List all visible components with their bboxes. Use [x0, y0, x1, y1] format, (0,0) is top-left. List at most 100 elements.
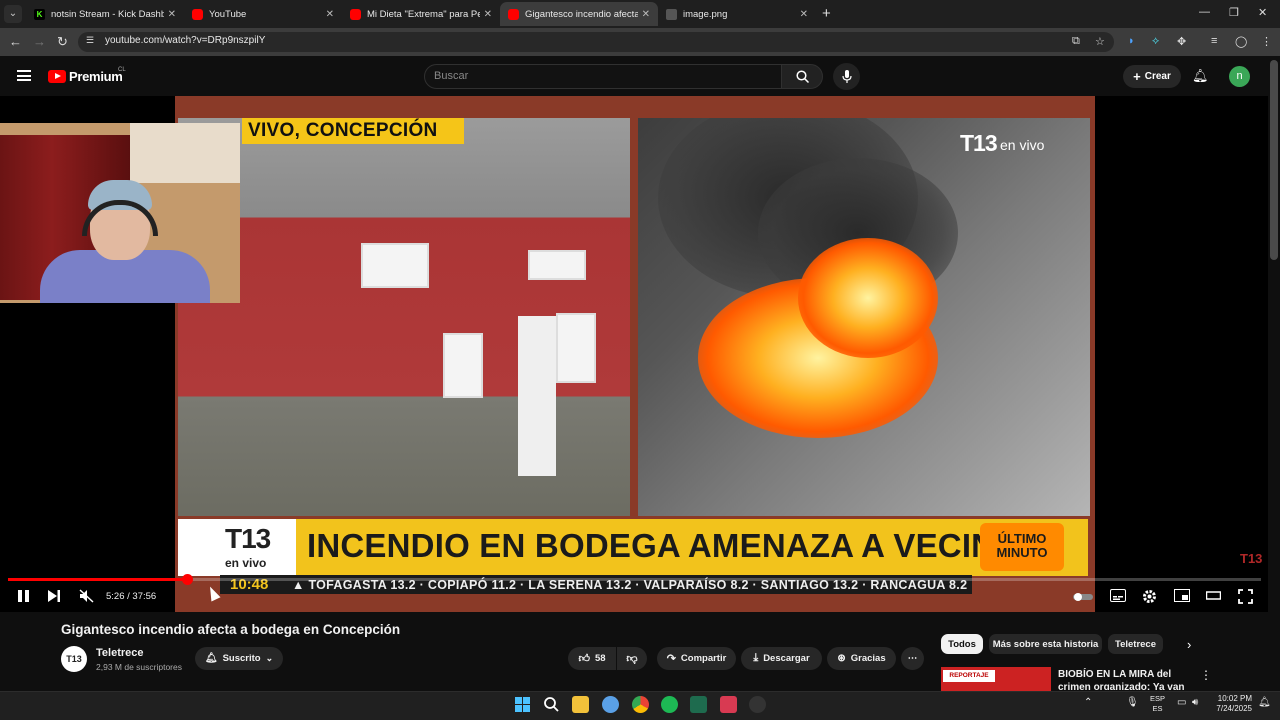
kick-icon: K: [34, 8, 45, 20]
reload-icon[interactable]: ↻: [57, 34, 68, 50]
autoplay-toggle[interactable]: [1073, 592, 1093, 604]
thumbs-down-icon: 👎︎: [626, 653, 638, 665]
tab-title: YouTube: [209, 8, 247, 20]
chevron-right-icon[interactable]: ›: [1187, 637, 1191, 652]
extension-translate-icon[interactable]: ⟡: [1152, 35, 1159, 48]
pocket-app-icon[interactable]: [720, 696, 737, 713]
chip-mas-sobre-historia[interactable]: Más sobre esta historia: [989, 634, 1102, 654]
avatar[interactable]: n: [1229, 66, 1250, 87]
bookmark-star-icon[interactable]: ☆: [1095, 35, 1105, 48]
house-door: [518, 316, 556, 476]
search-box[interactable]: [424, 64, 782, 89]
windows-start-icon[interactable]: [514, 696, 531, 713]
progress-bar[interactable]: [8, 578, 1261, 581]
chrome-icon[interactable]: [632, 696, 649, 713]
tab-kick-dashboard[interactable]: K notsin Stream - Kick Dashboard ✕: [26, 2, 184, 26]
close-icon[interactable]: ✕: [168, 9, 176, 20]
terminal-icon[interactable]: [690, 696, 707, 713]
more-actions-button[interactable]: ⋯: [901, 647, 924, 670]
minimize-icon[interactable]: —: [1199, 6, 1210, 18]
subscriber-count: 2,93 M de suscriptores: [96, 662, 182, 672]
extensions-puzzle-icon[interactable]: ✥: [1177, 35, 1186, 48]
url-text[interactable]: youtube.com/watch?v=DRp9nszpilY: [105, 35, 265, 46]
tray-chevron-icon[interactable]: ⌃: [1084, 697, 1092, 708]
mute-button[interactable]: [79, 589, 94, 606]
clock-date: 7/24/2025: [1216, 704, 1252, 713]
close-icon[interactable]: ✕: [484, 9, 492, 20]
site-info-icon[interactable]: ☰: [86, 35, 94, 46]
media-controls-icon[interactable]: ≡: [1211, 35, 1217, 47]
subscribed-button[interactable]: 🔔︎ Suscrito ⌄: [195, 647, 283, 670]
channel-name[interactable]: Teletrece: [96, 647, 144, 659]
tab-title: Gigantesco incendio afecta a bo: [525, 8, 638, 20]
plus-icon: +: [1133, 69, 1141, 84]
channel-watermark[interactable]: T13: [1240, 551, 1262, 566]
theater-mode-button[interactable]: [1205, 589, 1222, 605]
settings-button[interactable]: [1142, 589, 1157, 607]
miniplayer-icon: [1174, 589, 1190, 602]
close-icon[interactable]: ✕: [800, 9, 808, 20]
tab-mi-dieta[interactable]: Mi Dieta "Extrema" para Perder ✕: [342, 2, 500, 26]
close-window-icon[interactable]: ✕: [1258, 6, 1267, 19]
channel-avatar[interactable]: T13: [61, 646, 87, 672]
close-icon[interactable]: ✕: [326, 9, 334, 20]
next-button[interactable]: [47, 589, 61, 606]
new-tab-plus-icon[interactable]: +: [822, 5, 831, 22]
lang-bottom: ES: [1152, 704, 1163, 713]
search-input[interactable]: Buscar: [434, 70, 468, 82]
system-clock[interactable]: 10:02 PM 7/24/2025: [1210, 694, 1252, 714]
file-explorer-icon[interactable]: [572, 696, 589, 713]
browser-menu-icon[interactable]: ⋮: [1261, 35, 1272, 48]
tab-youtube[interactable]: YouTube ✕: [184, 2, 342, 26]
t13-corner-logo: T13: [960, 130, 998, 156]
like-button[interactable]: 👍︎ 58: [568, 647, 616, 670]
chip-teletrece[interactable]: Teletrece: [1108, 634, 1163, 654]
hamburger-menu-icon[interactable]: [17, 70, 31, 81]
obs-icon[interactable]: [749, 696, 766, 713]
download-button[interactable]: ⤓ Descargar: [741, 647, 822, 670]
notification-icon[interactable]: 🔔︎: [1258, 697, 1271, 708]
volume-icon[interactable]: 🔊︎: [1192, 697, 1198, 708]
tab-image-png[interactable]: image.png ✕: [658, 2, 816, 26]
profile-icon[interactable]: ◯: [1235, 35, 1247, 48]
tab-gigantesco-incendio[interactable]: Gigantesco incendio afecta a bo ✕: [500, 2, 658, 26]
share-button[interactable]: ↷ Compartir: [657, 647, 736, 670]
youtube-logo-icon[interactable]: [48, 70, 66, 83]
tab-search-chevron-icon[interactable]: ⌄: [4, 5, 22, 23]
t13-corner-logo-sub: en vivo: [1000, 137, 1045, 153]
search-button[interactable]: [781, 64, 823, 89]
create-button[interactable]: + Crear: [1123, 65, 1181, 88]
live-location-text: VIVO, CONCEPCIÓN: [248, 120, 438, 141]
more-horizontal-icon: ⋯: [907, 653, 918, 664]
chip-todos[interactable]: Todos: [941, 634, 983, 654]
next-icon: [48, 590, 60, 602]
page-scrollbar[interactable]: [1270, 60, 1278, 260]
close-icon[interactable]: ✕: [642, 9, 650, 20]
subtitles-button[interactable]: [1110, 589, 1126, 605]
network-icon[interactable]: ▭: [1177, 697, 1186, 708]
house-window: [361, 243, 429, 288]
youtube-premium-label[interactable]: Premium: [69, 69, 123, 84]
fullscreen-button[interactable]: [1238, 589, 1253, 607]
dislike-button[interactable]: 👎︎: [617, 647, 647, 670]
restore-icon[interactable]: ❐: [1229, 6, 1239, 19]
tab-title: notsin Stream - Kick Dashboard: [51, 8, 164, 20]
spotify-icon[interactable]: [661, 696, 678, 713]
recommendation-menu-icon[interactable]: ⋮: [1200, 668, 1212, 682]
bell-icon: 🔔︎: [204, 653, 218, 664]
thanks-button[interactable]: ⊛ Gracias: [827, 647, 896, 670]
cast-icon[interactable]: ⧉: [1072, 35, 1080, 48]
input-language[interactable]: ESP ES: [1150, 694, 1165, 714]
back-arrow-icon[interactable]: ←: [9, 34, 22, 49]
extension-audio-icon[interactable]: ◗: [1128, 35, 1135, 47]
recommendation-title[interactable]: BIOBÍO EN LA MIRA del crimen organizado:…: [1058, 668, 1198, 690]
voice-search-button[interactable]: [833, 63, 860, 90]
tray-mic-icon[interactable]: 🎙︎: [1126, 697, 1139, 708]
search-taskbar-icon[interactable]: [543, 696, 560, 713]
pause-button[interactable]: [17, 589, 30, 606]
miniplayer-button[interactable]: [1174, 589, 1190, 605]
forward-arrow-icon[interactable]: →: [33, 34, 46, 49]
edge-icon[interactable]: [602, 696, 619, 713]
volume-muted-icon: [79, 589, 94, 603]
notifications-bell-icon[interactable]: 🔔︎: [1192, 68, 1209, 84]
